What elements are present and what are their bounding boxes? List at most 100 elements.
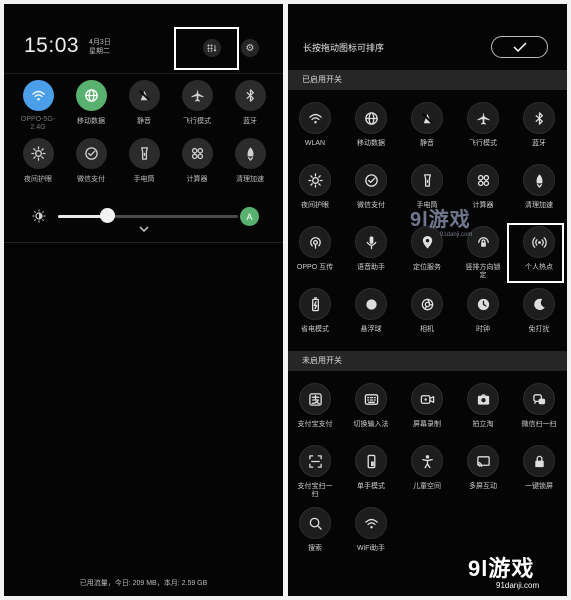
- tile-clock[interactable]: 时钟: [455, 288, 511, 334]
- tile-alipay-scan[interactable]: 支付宝扫一扫: [288, 445, 343, 499]
- wifi-icon: [299, 102, 331, 134]
- bluetooth-icon: [523, 102, 555, 134]
- quick-tile[interactable]: 手电筒: [116, 138, 172, 184]
- highlight-box: [507, 223, 564, 283]
- airplane-icon: [467, 102, 499, 134]
- divider: [4, 242, 283, 243]
- brightness-control: A: [32, 207, 262, 227]
- tile-label: WiFi助手: [357, 545, 385, 552]
- tile-label: 单手模式: [357, 483, 385, 490]
- quick-tile-label: 清理加速: [236, 176, 264, 183]
- tile-one-hand[interactable]: 单手模式: [343, 445, 399, 491]
- quick-tile[interactable]: 清理加速: [222, 138, 278, 184]
- tile-label: 清理加速: [525, 202, 553, 209]
- date-line: 4月3日: [89, 39, 111, 46]
- confirm-button[interactable]: [491, 36, 548, 58]
- settings-button[interactable]: ⚙: [241, 39, 259, 57]
- watermark: 9l游戏 91danji.com: [410, 203, 472, 238]
- one-hand-icon: [355, 445, 387, 477]
- tile-label: 蓝牙: [532, 140, 546, 147]
- tile-wifi[interactable]: WLAN: [288, 102, 343, 148]
- tile-label: WLAN: [304, 140, 326, 147]
- tile-label: 多屏互动: [469, 483, 497, 490]
- tile-rocket[interactable]: 清理加速: [511, 164, 567, 210]
- tile-editor: 长按拖动图标可排序 已启用开关 WLAN 移动数据 静音 飞行模式 蓝牙夜间护眼 微信支付…: [288, 4, 567, 596]
- tile-label: 竖排方向锁定: [465, 264, 501, 279]
- tile-label: 搜索: [308, 545, 322, 552]
- auto-brightness-button[interactable]: A: [240, 207, 259, 226]
- brightness-slider[interactable]: [58, 215, 238, 218]
- tile-label: 时钟: [476, 326, 490, 333]
- tile-lock[interactable]: 一键锁屏: [511, 445, 567, 491]
- tile-label: 静音: [420, 140, 434, 147]
- quick-tile[interactable]: 计算器: [169, 138, 225, 184]
- checkmark-icon: [512, 42, 527, 52]
- tile-label: 相机: [420, 326, 434, 333]
- tile-kids[interactable]: 儿童空间: [399, 445, 455, 491]
- quick-tile-label: 手电筒: [133, 176, 155, 183]
- clock-icon: [467, 288, 499, 320]
- disabled-section-header: 未启用开关: [288, 351, 567, 371]
- quick-tile-label: 飞行模式: [183, 118, 211, 125]
- tile-microphone[interactable]: 语音助手: [343, 226, 399, 272]
- battery-icon: [299, 288, 331, 320]
- photo-search-icon: [467, 383, 499, 415]
- tile-screen-record[interactable]: 屏幕录制: [399, 383, 455, 429]
- flashlight-icon: [128, 138, 160, 169]
- screen-record-icon: [411, 383, 443, 415]
- date-display: 4月3日 星期二: [89, 38, 111, 56]
- slider-thumb[interactable]: [99, 208, 115, 223]
- watermark-url: 91danji.com: [496, 581, 540, 590]
- tile-wifi-assistant[interactable]: WiFi助手: [343, 507, 399, 553]
- tile-label: 免打扰: [528, 326, 550, 333]
- quick-tile[interactable]: 夜间护眼: [10, 138, 66, 184]
- tile-wechat-scan[interactable]: 微信扫一扫: [511, 383, 567, 429]
- watermark-logo-text: 9l游戏: [468, 556, 535, 581]
- keyboard-icon: [355, 383, 387, 415]
- tile-search[interactable]: 搜索: [288, 507, 343, 553]
- quick-tile[interactable]: OPPO-5G- 2.4G: [10, 80, 66, 132]
- tile-label: OPPO 互传: [296, 264, 334, 271]
- tile-moon[interactable]: 免打扰: [511, 288, 567, 334]
- tile-label: 屏幕录制: [413, 421, 441, 428]
- tile-battery[interactable]: 省电模式: [288, 288, 343, 334]
- quick-tile[interactable]: 微信支付: [63, 138, 119, 184]
- alipay-scan-icon: [299, 445, 331, 477]
- tile-photo-search[interactable]: 拍立淘: [455, 383, 511, 429]
- rocket-icon: [523, 164, 555, 196]
- edit-tiles-button[interactable]: [203, 39, 221, 57]
- enabled-section-header: 已启用开关: [288, 70, 567, 90]
- tile-cast[interactable]: 多屏互动: [455, 445, 511, 491]
- tile-mute[interactable]: 静音: [399, 102, 455, 148]
- sun-icon: [299, 164, 331, 196]
- bluetooth-icon: [234, 80, 266, 111]
- quick-tile-label: 计算器: [186, 176, 208, 183]
- tile-alipay[interactable]: 支付宝支付: [288, 383, 343, 429]
- tile-globe[interactable]: 移动数据: [343, 102, 399, 148]
- watermark: 9l游戏 91danji.com: [468, 551, 539, 590]
- globe-icon: [75, 80, 107, 111]
- tile-keyboard[interactable]: 切换输入法: [343, 383, 399, 429]
- quick-tile-label: 夜间护眼: [24, 176, 52, 183]
- tile-floating-ball[interactable]: 悬浮球: [343, 288, 399, 334]
- page-title: 长按拖动图标可排序: [303, 43, 385, 53]
- tile-wechat-pay[interactable]: 微信支付: [343, 164, 399, 210]
- quick-tile-label-line2: 2.4G: [30, 124, 46, 131]
- kids-icon: [411, 445, 443, 477]
- quick-tile[interactable]: 移动数据: [63, 80, 119, 126]
- tile-share[interactable]: OPPO 互传: [288, 226, 343, 272]
- tile-label: 切换输入法: [353, 421, 389, 428]
- tile-camera[interactable]: 相机: [399, 288, 455, 334]
- quick-tile[interactable]: 静音: [116, 80, 172, 126]
- tile-sun[interactable]: 夜间护眼: [288, 164, 343, 210]
- tile-airplane[interactable]: 飞行模式: [455, 102, 511, 148]
- tile-label: 一键锁屏: [525, 483, 553, 490]
- chevron-down-icon[interactable]: [138, 225, 150, 235]
- quick-tile[interactable]: 蓝牙: [222, 80, 278, 126]
- microphone-icon: [355, 226, 387, 258]
- quick-tile[interactable]: 飞行模式: [169, 80, 225, 126]
- grid-sort-icon: [207, 44, 217, 52]
- divider: [4, 73, 283, 74]
- tile-bluetooth[interactable]: 蓝牙: [511, 102, 567, 148]
- tile-label: 移动数据: [357, 140, 385, 147]
